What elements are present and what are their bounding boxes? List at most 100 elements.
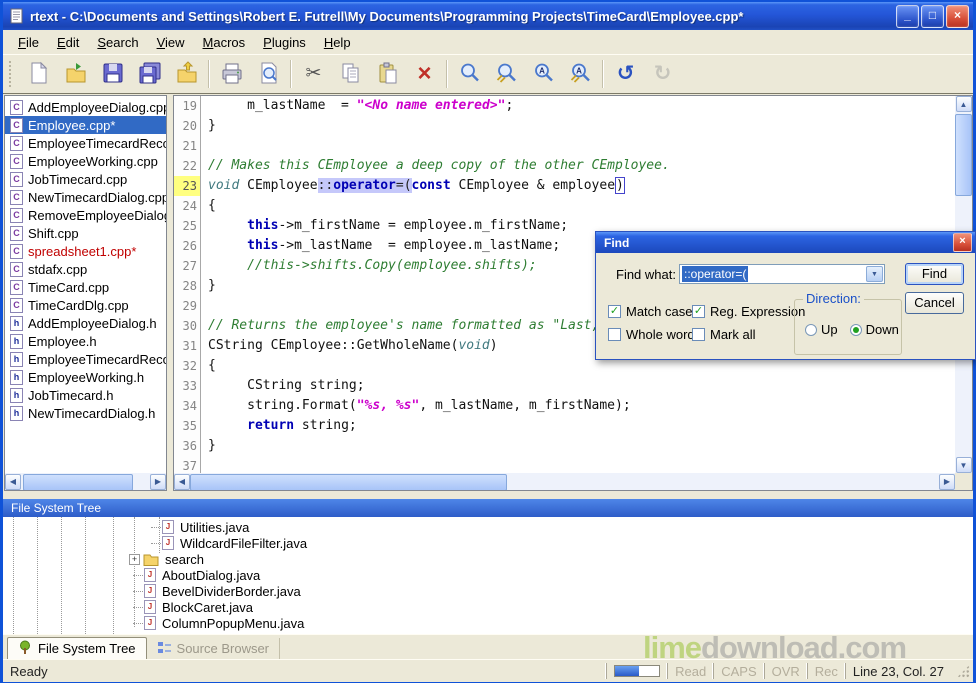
file-item[interactable]: hEmployeeTimecardRecord.h	[5, 350, 166, 368]
file-name: EmployeeTimecardRecord.cpp	[28, 136, 166, 151]
resize-grip[interactable]	[957, 665, 970, 678]
file-item[interactable]: Cstdafx.cpp	[5, 260, 166, 278]
find-button[interactable]: Find	[905, 263, 964, 285]
close-button[interactable]: ×	[946, 5, 969, 28]
find-what-combobox[interactable]: ::operator=( ▼	[679, 264, 885, 284]
file-name: JobTimecard.h	[28, 388, 114, 403]
scroll-thumb[interactable]	[190, 474, 507, 491]
tree-item-aboutdialog-java[interactable]: JAboutDialog.java	[3, 567, 973, 583]
match-case-checkbox[interactable]: ✓Match case	[608, 304, 692, 319]
scroll-up-arrow-icon[interactable]: ▲	[956, 96, 972, 112]
direction-down-radio[interactable]	[850, 324, 862, 336]
tree-item-beveldividerborder-java[interactable]: JBevelDividerBorder.java	[3, 583, 973, 599]
line-number: 33	[174, 376, 201, 396]
tree-item-label: ColumnPopupMenu.java	[161, 616, 304, 631]
file-system-tree-header: File System Tree	[3, 499, 973, 517]
scroll-left-arrow-icon[interactable]: ◀	[5, 474, 21, 490]
new-button[interactable]	[20, 58, 57, 90]
expand-plus-icon[interactable]: +	[129, 554, 140, 565]
whole-word-checkbox[interactable]: Whole word	[608, 327, 695, 342]
find-next-button[interactable]	[488, 58, 525, 90]
file-item[interactable]: hAddEmployeeDialog.h	[5, 314, 166, 332]
mark-all-checkbox[interactable]: Mark all	[692, 327, 756, 342]
reg-expression-checkbox[interactable]: ✓Reg. Expression	[692, 304, 805, 319]
copy-button[interactable]	[332, 58, 369, 90]
code-text: //this->shifts.Copy(employee.shifts);	[201, 256, 537, 276]
redo-button[interactable]: ↻	[644, 58, 681, 90]
tab-file-system-tree[interactable]: File System Tree	[7, 637, 147, 659]
open-in-button[interactable]	[168, 58, 205, 90]
file-item[interactable]: hEmployeeWorking.h	[5, 368, 166, 386]
toolbar-grip[interactable]	[9, 61, 14, 87]
find-dialog-close-icon[interactable]: ×	[953, 233, 972, 252]
file-item[interactable]: CRemoveEmployeeDialog.cpp	[5, 206, 166, 224]
find-button[interactable]	[451, 58, 488, 90]
tree-connector	[133, 607, 143, 608]
cut-button[interactable]: ✂	[295, 58, 332, 90]
menu-macros[interactable]: Macros	[194, 33, 255, 52]
file-item[interactable]: hJobTimecard.h	[5, 386, 166, 404]
maximize-button[interactable]: □	[921, 5, 944, 28]
save-button[interactable]	[94, 58, 131, 90]
h-file-icon: h	[10, 352, 23, 367]
line-number: 25	[174, 216, 201, 236]
file-item[interactable]: hEmployee.h	[5, 332, 166, 350]
scroll-thumb[interactable]	[955, 114, 972, 196]
print-preview-button[interactable]	[250, 58, 287, 90]
menu-edit[interactable]: Edit	[48, 33, 88, 52]
menu-file[interactable]: File	[9, 33, 48, 52]
menu-view[interactable]: View	[148, 33, 194, 52]
scroll-thumb[interactable]	[23, 474, 133, 491]
titlebar[interactable]: rtext - C:\Documents and Settings\Robert…	[3, 2, 973, 30]
line-number: 30	[174, 316, 201, 336]
replace-button[interactable]: A	[525, 58, 562, 90]
chevron-down-icon[interactable]: ▼	[866, 266, 883, 282]
undo-button[interactable]: ↺	[607, 58, 644, 90]
file-item[interactable]: CNewTimecardDialog.cpp	[5, 188, 166, 206]
minimize-button[interactable]: _	[896, 5, 919, 28]
line-number: 36	[174, 436, 201, 456]
open-icon	[64, 61, 88, 88]
file-item[interactable]: CAddEmployeeDialog.cpp	[5, 98, 166, 116]
editor-hscrollbar[interactable]: ◀ ▶	[174, 473, 955, 490]
tree-item-columnpopupmenu-java[interactable]: JColumnPopupMenu.java	[3, 615, 973, 631]
tree-item-search[interactable]: +search	[3, 551, 973, 567]
toolbar-separator	[208, 60, 210, 88]
find-dialog-titlebar[interactable]: Find ×	[596, 232, 975, 253]
code-text: // Makes this CEmployee a deep copy of t…	[201, 156, 670, 176]
scroll-right-arrow-icon[interactable]: ▶	[939, 474, 955, 490]
replace-next-button[interactable]: A	[562, 58, 599, 90]
file-list-hscrollbar[interactable]: ◀ ▶	[5, 473, 166, 490]
cancel-button[interactable]: Cancel	[905, 292, 964, 314]
file-item[interactable]: CEmployeeTimecardRecord.cpp	[5, 134, 166, 152]
file-item[interactable]: hNewTimecardDialog.h	[5, 404, 166, 422]
menu-plugins[interactable]: Plugins	[254, 33, 315, 52]
code-text: return string;	[201, 416, 357, 436]
tree-item-blockcaret-java[interactable]: JBlockCaret.java	[3, 599, 973, 615]
file-item[interactable]: CShift.cpp	[5, 224, 166, 242]
file-item[interactable]: CEmployee.cpp*	[5, 116, 166, 134]
file-item[interactable]: CJobTimecard.cpp	[5, 170, 166, 188]
menu-search[interactable]: Search	[88, 33, 147, 52]
file-item[interactable]: CTimeCardDlg.cpp	[5, 296, 166, 314]
checkbox-label: Reg. Expression	[710, 304, 805, 319]
open-button[interactable]	[57, 58, 94, 90]
print-button[interactable]	[213, 58, 250, 90]
svg-text:A: A	[576, 66, 582, 75]
dock-splitter[interactable]	[3, 491, 973, 499]
menu-help[interactable]: Help	[315, 33, 360, 52]
scroll-left-arrow-icon[interactable]: ◀	[174, 474, 190, 490]
save-all-button[interactable]	[131, 58, 168, 90]
file-item[interactable]: CEmployeeWorking.cpp	[5, 152, 166, 170]
scroll-right-arrow-icon[interactable]: ▶	[150, 474, 166, 490]
checkbox-icon	[692, 328, 705, 341]
tree-item-wildcardfilefilter-java[interactable]: JWildcardFileFilter.java	[3, 535, 973, 551]
delete-button[interactable]: ×	[406, 58, 443, 90]
tree-item-utilities-java[interactable]: JUtilities.java	[3, 519, 973, 535]
tab-source-browser[interactable]: Source Browser	[147, 638, 280, 659]
file-item[interactable]: Cspreadsheet1.cpp*	[5, 242, 166, 260]
paste-button[interactable]	[369, 58, 406, 90]
scroll-down-arrow-icon[interactable]: ▼	[956, 457, 972, 473]
file-item[interactable]: CTimeCard.cpp	[5, 278, 166, 296]
direction-up-radio[interactable]	[805, 324, 817, 336]
